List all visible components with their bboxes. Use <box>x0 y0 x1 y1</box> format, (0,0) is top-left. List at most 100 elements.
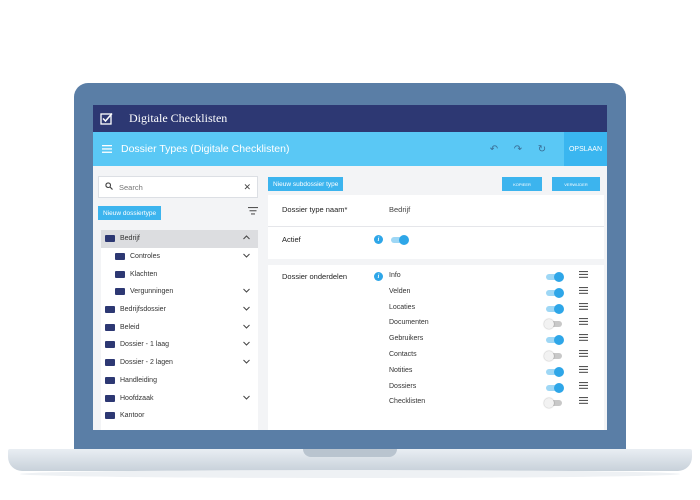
toggle-knob <box>544 398 554 409</box>
dossiertype-tree: Bedrijf Controles Klachten Vergunningen Bedr… <box>101 230 258 430</box>
dossier-part-toggle[interactable] <box>544 319 562 330</box>
dossier-part-toggle[interactable] <box>546 366 564 377</box>
tree-item[interactable]: Dossier - 2 lagen <box>101 354 258 372</box>
info-icon[interactable]: i <box>374 235 383 244</box>
dossier-part-toggle[interactable] <box>544 398 562 409</box>
new-subdossier-button[interactable]: Nieuw subdossier type <box>268 177 344 191</box>
folder-icon <box>115 253 125 261</box>
dossier-part-label: Documenten <box>389 319 429 327</box>
toggle-knob <box>554 272 564 282</box>
new-dossiertype-button[interactable]: Nieuw dossiertype <box>98 206 162 220</box>
dossier-part-toggle[interactable] <box>546 303 564 314</box>
tree-item[interactable]: Bedrijf <box>101 230 258 248</box>
chevron-down-icon[interactable] <box>243 324 250 331</box>
clear-search-icon[interactable]: ✕ <box>243 182 251 193</box>
tree-item[interactable]: Bedrijfsdossier <box>101 301 258 319</box>
drag-handle-icon[interactable] <box>579 286 588 296</box>
toggle-knob <box>399 235 409 245</box>
dossier-part-row: Gebruikers <box>268 332 604 348</box>
active-toggle[interactable] <box>391 235 409 245</box>
tree-item-label: Hoofdzaak <box>120 394 154 402</box>
dossier-part-toggle[interactable] <box>546 287 564 298</box>
folder-icon <box>105 359 115 367</box>
dossier-part-row: Contacts <box>268 348 604 364</box>
dossier-part-label: Gebruikers <box>389 335 424 343</box>
tree-item[interactable]: Klachten <box>101 265 258 283</box>
name-label: Dossier type naam* <box>282 205 348 214</box>
chevron-down-icon[interactable] <box>243 288 250 295</box>
drag-handle-icon[interactable] <box>579 333 588 343</box>
tree-item[interactable]: Vergunningen <box>101 283 258 301</box>
dossier-part-row: Checklisten <box>268 395 604 411</box>
drag-handle-icon[interactable] <box>579 381 588 391</box>
dossier-part-label: Notities <box>389 366 413 374</box>
tree-item[interactable]: Beleid <box>101 318 258 336</box>
chevron-down-icon[interactable] <box>243 395 250 402</box>
dossier-part-toggle[interactable] <box>544 351 562 361</box>
dossier-part-toggle[interactable] <box>546 382 564 393</box>
name-value[interactable]: Bedrijf <box>389 205 410 214</box>
drag-handle-icon[interactable] <box>579 302 588 312</box>
chevron-down-icon[interactable] <box>243 306 250 313</box>
folder-icon <box>105 412 115 420</box>
delete-button[interactable]: VERWIJDER <box>552 177 600 191</box>
app-header: Digitale Checklisten <box>93 105 607 132</box>
tree-item[interactable]: Kantoor <box>101 407 258 425</box>
tree-item[interactable]: Handleiding <box>101 372 258 390</box>
dossier-part-toggle[interactable] <box>546 335 564 346</box>
folder-icon <box>105 341 115 349</box>
laptop-notch <box>303 449 397 457</box>
search-box: ✕ <box>98 176 258 198</box>
parts-card: Dossier onderdelen i Info Velden Locaties D… <box>268 265 604 430</box>
refresh-icon[interactable]: ↻ <box>530 144 554 155</box>
dossier-part-row: Info <box>268 269 604 285</box>
divider <box>268 226 604 227</box>
folder-icon <box>115 288 125 296</box>
toggle-knob <box>554 287 564 298</box>
toggle-knob <box>554 335 564 346</box>
tree-item-label: Handleiding <box>120 376 157 384</box>
search-icon <box>105 182 113 192</box>
save-button[interactable]: OPSLAAN <box>564 132 607 166</box>
folder-icon <box>105 394 115 402</box>
drag-handle-icon[interactable] <box>579 365 588 375</box>
dossier-part-row: Notities <box>268 364 604 380</box>
tree-item-label: Vergunningen <box>130 288 174 296</box>
tree-item-label: Bedrijfsdossier <box>120 306 166 314</box>
dossier-part-row: Velden <box>268 285 604 301</box>
tree-item-label: Klachten <box>130 270 158 278</box>
chevron-up-icon[interactable] <box>243 235 250 242</box>
drag-handle-icon[interactable] <box>579 317 588 327</box>
copy-button[interactable]: KOPIEER <box>502 177 542 191</box>
chevron-down-icon[interactable] <box>243 341 250 348</box>
sort-list-icon[interactable] <box>248 207 258 217</box>
dossier-part-label: Velden <box>389 287 411 295</box>
checkbox-icon <box>93 105 119 132</box>
drag-handle-icon[interactable] <box>579 396 588 406</box>
drag-handle-icon[interactable] <box>579 270 588 280</box>
tree-item[interactable]: Hoofdzaak <box>101 389 258 407</box>
dossier-part-row: Dossiers <box>268 380 604 396</box>
toggle-knob <box>554 366 564 377</box>
folder-icon <box>105 306 115 314</box>
general-card: Dossier type naam* Bedrijf Actief i <box>268 195 604 259</box>
active-label: Actief <box>282 235 301 244</box>
tree-item[interactable]: Dossier - 1 laag <box>101 336 258 354</box>
app-screen: Digitale Checklisten Dossier Types (Digi… <box>93 105 607 430</box>
drag-handle-icon[interactable] <box>579 349 588 359</box>
redo-icon[interactable]: ↷ <box>506 144 530 155</box>
folder-icon <box>105 235 115 243</box>
dossier-part-toggle[interactable] <box>546 272 564 282</box>
dossier-part-label: Dossiers <box>389 382 417 390</box>
tree-item[interactable]: Controles <box>101 248 258 266</box>
undo-icon[interactable]: ↶ <box>482 144 506 155</box>
dossier-part-label: Locaties <box>389 303 416 311</box>
chevron-down-icon[interactable] <box>243 359 250 366</box>
tree-item-label: Beleid <box>120 323 140 331</box>
search-input[interactable] <box>119 182 244 192</box>
toggle-knob <box>554 303 564 314</box>
laptop-shadow <box>20 470 680 478</box>
dossier-part-row: Documenten <box>268 316 604 332</box>
chevron-down-icon[interactable] <box>243 253 250 260</box>
menu-icon[interactable] <box>93 145 121 153</box>
